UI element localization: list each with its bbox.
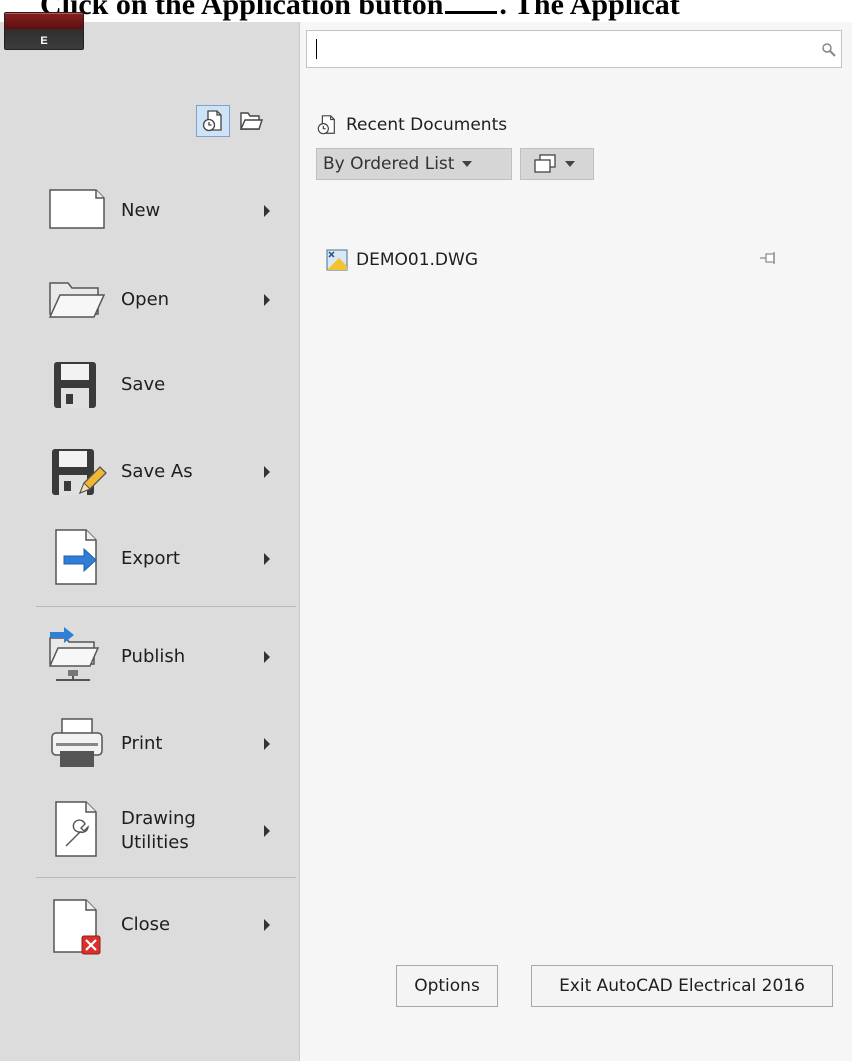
floppy-disk-icon: [54, 362, 96, 408]
publish-icon: [48, 627, 100, 681]
dropdown-arrow-icon: [462, 161, 473, 167]
submenu-arrow-icon: [264, 466, 270, 478]
menu-item-label: New: [121, 200, 161, 221]
recent-documents-view-button[interactable]: [196, 105, 230, 137]
menu-item-save-as[interactable]: Save As: [36, 433, 286, 511]
application-menu: E New Open Save Save As Export Publish P…: [0, 12, 852, 1061]
search-icon: [822, 43, 836, 57]
heading-blank: [445, 0, 498, 14]
recent-documents-header: Recent Documents: [316, 112, 507, 138]
menu-item-label: Export: [121, 548, 180, 569]
open-folder-icon: [48, 282, 106, 318]
submenu-arrow-icon: [264, 651, 270, 663]
display-icons-dropdown[interactable]: [520, 148, 594, 180]
printer-icon: [51, 718, 103, 767]
menu-item-export[interactable]: Export: [36, 520, 286, 598]
order-by-dropdown-value: By Ordered List: [323, 154, 455, 174]
submenu-arrow-icon: [264, 294, 270, 306]
document-heading: Click on the Application button . The App…: [0, 0, 852, 22]
folder-icon: [239, 112, 263, 130]
menu-item-label-line1: Drawing: [121, 808, 196, 829]
menu-item-new[interactable]: New: [36, 172, 286, 250]
submenu-arrow-icon: [264, 738, 270, 750]
menu-right-panel: Recent Documents By Ordered List DEMO01.…: [300, 22, 852, 1061]
menu-separator: [36, 877, 296, 878]
save-as-icon: [52, 449, 107, 495]
menu-item-label-line2: Utilities: [121, 832, 189, 853]
new-document-icon: [49, 189, 105, 229]
heading-text-start: Click on the Application button: [40, 0, 444, 21]
menu-item-open[interactable]: Open: [36, 259, 286, 337]
menu-separator: [36, 606, 296, 607]
menu-item-drawing-utilities[interactable]: Drawing Utilities: [36, 792, 286, 870]
heading-text-end: . The Applicat: [499, 0, 680, 21]
drawing-utilities-icon: [55, 801, 97, 857]
menu-item-label: Close: [121, 914, 171, 935]
menu-item-print[interactable]: Print: [36, 705, 286, 783]
menu-item-label: Open: [121, 289, 170, 310]
application-button[interactable]: E: [4, 12, 84, 50]
dwg-file-icon: [326, 249, 348, 271]
menu-item-save[interactable]: Save: [36, 346, 286, 424]
close-document-icon: [53, 899, 101, 955]
submenu-arrow-icon: [264, 919, 270, 931]
recent-document-name: DEMO01.DWG: [356, 250, 478, 270]
menu-item-label: Save As: [121, 461, 193, 482]
display-icons-icon: [534, 154, 556, 173]
exit-button-label: Exit AutoCAD Electrical 2016: [559, 976, 805, 996]
options-button[interactable]: Options: [396, 965, 498, 1007]
export-icon: [55, 529, 97, 585]
dropdown-arrow-icon: [565, 161, 575, 167]
recent-documents-icon: [202, 110, 222, 132]
recent-documents-icon: [317, 115, 335, 135]
recent-documents-title: Recent Documents: [346, 115, 508, 135]
menu-item-label: Print: [121, 733, 163, 754]
options-button-label: Options: [414, 976, 480, 996]
recent-document-item[interactable]: DEMO01.DWG: [326, 244, 806, 276]
application-button-label: E: [40, 35, 48, 47]
pin-icon[interactable]: [758, 248, 780, 268]
text-cursor: [316, 39, 317, 59]
menu-item-label: Save: [121, 374, 166, 395]
search-input[interactable]: [306, 30, 842, 68]
submenu-arrow-icon: [264, 825, 270, 837]
menu-left-panel: E New Open Save Save As Export Publish P…: [0, 12, 300, 1061]
menu-item-close[interactable]: Close: [36, 888, 286, 966]
menu-item-publish[interactable]: Publish: [36, 618, 286, 696]
menu-item-label: Publish: [121, 646, 186, 667]
order-by-dropdown[interactable]: By Ordered List: [316, 148, 512, 180]
open-documents-view-button[interactable]: [234, 105, 268, 137]
submenu-arrow-icon: [264, 553, 270, 565]
submenu-arrow-icon: [264, 205, 270, 217]
search-field[interactable]: [319, 35, 813, 63]
exit-button[interactable]: Exit AutoCAD Electrical 2016: [531, 965, 833, 1007]
